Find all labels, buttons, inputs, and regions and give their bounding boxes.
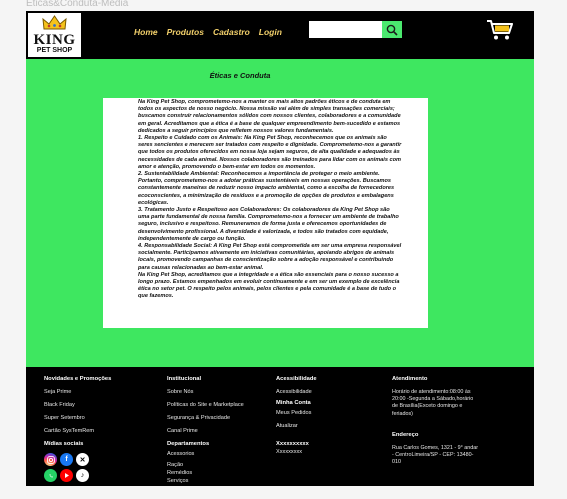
footer-link[interactable]: Black Friday (44, 402, 111, 409)
nav-home[interactable]: Home (134, 27, 158, 37)
main-content: Éticas e Conduta Na King Pet Shop, compr… (26, 59, 534, 367)
instagram-icon[interactable] (44, 453, 57, 466)
footer-link[interactable]: Ração (167, 462, 244, 469)
footer-link[interactable]: Acessibilidade (276, 389, 317, 396)
logo[interactable]: KING PET SHOP (28, 13, 81, 57)
logo-line-2: PET SHOP (36, 47, 73, 54)
footer-link[interactable]: Cartão SysTemRem (44, 428, 111, 435)
social-row-2: ♪ (44, 469, 111, 482)
footer-heading: Mídias sociais (44, 441, 84, 447)
footer-link[interactable]: Acessorios (167, 451, 244, 458)
paragraph-responsabilidade-social: 4. Responsabilidade Social: A King Pet S… (138, 243, 402, 271)
facebook-icon[interactable]: f (60, 453, 73, 466)
footer-col-atendimento: Atendimento Horário de atendimento:08:00… (392, 376, 480, 466)
search-bar (309, 21, 402, 38)
footer-heading: Departamentos (167, 441, 210, 447)
youtube-icon[interactable] (60, 469, 73, 482)
address-text: Rua Carlos Gomes, 1321 - 9° andar - Cent… (392, 444, 479, 466)
site-header: KING PET SHOP Home Produtos Cadastro Log… (26, 11, 534, 59)
paragraph-conclusao: Na King Pet Shop, acreditamos que a inte… (138, 271, 400, 300)
footer-link[interactable]: Segurança & Privacidade (167, 415, 244, 422)
nav-cadastro[interactable]: Cadastro (213, 27, 250, 37)
page-title: Éticas e Conduta (209, 71, 271, 80)
footer-link[interactable]: Seja Prime (44, 389, 111, 396)
paragraph-intro: Na King Pet Shop, comprometemo-nos a man… (138, 99, 401, 134)
social-row-1: f ✕ (44, 453, 111, 466)
page: KING PET SHOP Home Produtos Cadastro Log… (26, 11, 534, 486)
footer-link[interactable]: Remédios (167, 470, 244, 477)
footer-link[interactable]: Canal Prime (167, 428, 244, 435)
footer-col-acessibilidade: Acessibilidade Acessibilidade Minha Cont… (276, 376, 317, 456)
x-icon[interactable]: ✕ (76, 453, 89, 466)
logo-line-1: KING (33, 32, 76, 48)
footer-link[interactable]: Atualizar (276, 423, 317, 430)
footer-link[interactable]: Políticas do Site e Marketplace (167, 402, 244, 409)
footer-link[interactable]: Sobre Nós (167, 389, 244, 396)
crown-icon (42, 15, 67, 30)
nav-login[interactable]: Login (259, 27, 282, 37)
footer-col-novidades: Novidades e Promoções Seja Prime Black F… (44, 376, 111, 485)
paragraph-respeito-animais: 1. Respeito e Cuidado com os Animais: Na… (138, 135, 402, 170)
footer-text: Xxxxxxxxx (276, 449, 303, 455)
footer-heading: Acessibilidade (276, 376, 317, 382)
search-icon (386, 24, 398, 36)
footer-heading: Institucional (167, 376, 202, 382)
nav-produtos[interactable]: Produtos (167, 27, 204, 37)
footer-heading: Atendimento (392, 376, 428, 382)
paragraph-sustentabilidade: 2. Sustentabilidade Ambiental: Reconhece… (138, 171, 395, 206)
site-footer: Novidades e Promoções Seja Prime Black F… (26, 367, 534, 486)
footer-heading: Novidades e Promoções (44, 376, 112, 382)
search-input[interactable] (309, 21, 382, 38)
search-button[interactable] (382, 21, 402, 38)
frame-label: Eticas&Conduta-Media (26, 0, 129, 9)
footer-heading: Endereço (392, 431, 419, 438)
footer-link[interactable]: Serviços (167, 478, 244, 485)
atendimento-hours: Horário de atendimento:08:00 às 20:00 -S… (392, 389, 474, 417)
ethics-content-box: Na King Pet Shop, comprometemo-nos a man… (103, 98, 428, 328)
tiktok-icon[interactable]: ♪ (76, 469, 89, 482)
cart-button[interactable] (486, 19, 513, 46)
footer-link[interactable]: Meus Pedidos (276, 410, 317, 417)
footer-link[interactable]: Super Setembro (44, 415, 111, 422)
main-nav: Home Produtos Cadastro Login (134, 27, 291, 37)
footer-heading: Minha Conta (276, 400, 311, 406)
footer-col-institucional: Institucional Sobre Nós Políticas do Sit… (167, 376, 244, 485)
footer-heading: Xxxxxxxxxx (276, 441, 309, 447)
paragraph-colaboradores: 3. Tratamento Justo e Respeitoso aos Col… (138, 207, 399, 242)
cart-icon (487, 20, 513, 40)
whatsapp-icon[interactable] (44, 469, 57, 482)
